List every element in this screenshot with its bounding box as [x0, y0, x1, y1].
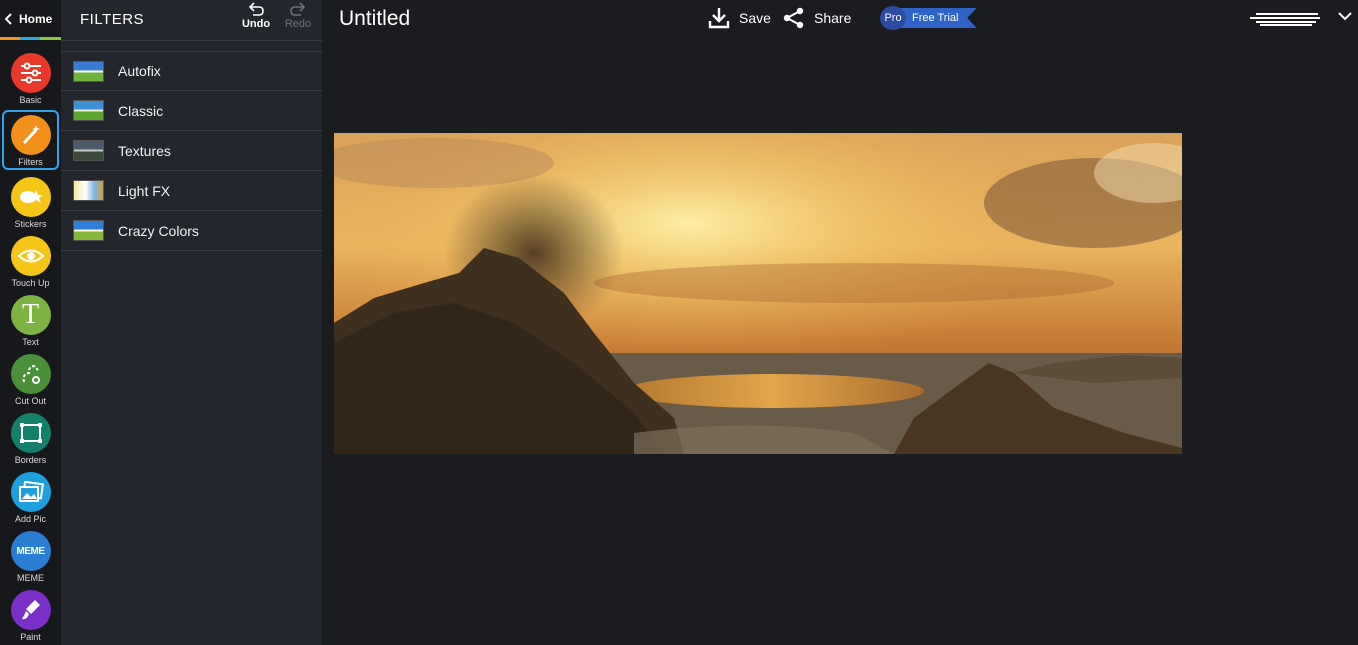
filter-label: Autofix [118, 63, 161, 79]
save-label: Save [739, 10, 771, 26]
tool-paint[interactable]: Paint [0, 590, 61, 645]
filter-classic[interactable]: Classic [61, 91, 322, 131]
save-button[interactable]: Save [708, 7, 771, 29]
panel-title: FILTERS [80, 11, 145, 28]
redo-icon [290, 2, 306, 16]
filter-light-fx[interactable]: Light FX [61, 171, 322, 211]
tool-stickers[interactable]: Stickers [0, 177, 61, 236]
home-button[interactable]: Home [0, 0, 61, 38]
tool-filters[interactable]: Filters [0, 110, 61, 174]
filter-thumbnail [73, 180, 104, 201]
free-trial-ribbon: Free Trial [900, 8, 977, 28]
tool-label: Text [22, 337, 39, 347]
cutout-icon [10, 354, 51, 394]
home-label: Home [19, 12, 53, 26]
tool-meme[interactable]: MEME MEME [0, 531, 61, 590]
tool-basic[interactable]: Basic [0, 53, 61, 112]
filters-panel: FILTERS Undo Redo Autofix Classic Textur… [61, 0, 322, 645]
filter-thumbnail [73, 60, 104, 82]
tool-text[interactable]: T Text [0, 295, 61, 354]
tool-label: Borders [14, 455, 47, 465]
tool-cut-out[interactable]: Cut Out [0, 354, 61, 413]
filter-label: Crazy Colors [118, 222, 199, 239]
active-tool-highlight [2, 110, 59, 170]
filter-label: Textures [118, 142, 171, 159]
tool-label: Paint [20, 632, 41, 642]
chevron-left-icon [5, 13, 12, 25]
share-icon [783, 7, 804, 29]
filter-list: Autofix Classic Textures Light FX Crazy … [61, 51, 322, 251]
user-account-redacted[interactable] [1250, 12, 1326, 26]
undo-icon [248, 2, 264, 16]
sliders-icon [10, 53, 51, 93]
tool-label: Basic [19, 95, 42, 105]
landscape-photo-image [334, 133, 1182, 454]
frame-icon [10, 413, 51, 453]
tool-touch-up[interactable]: Touch Up [0, 236, 61, 295]
filter-crazy-colors[interactable]: Crazy Colors [61, 211, 322, 251]
filter-autofix[interactable]: Autofix [61, 51, 322, 91]
text-t-icon: T [10, 295, 51, 335]
edited-photo[interactable] [334, 133, 1182, 454]
tool-borders[interactable]: Borders [0, 413, 61, 472]
photo-editor-app: Home Basic Filters Stickers Touch Up T T… [0, 0, 1358, 645]
add-picture-icon [10, 472, 51, 512]
share-label: Share [814, 10, 852, 26]
pro-free-trial-button[interactable]: Pro Free Trial [880, 6, 977, 30]
tool-add-pic[interactable]: Add Pic [0, 472, 61, 531]
top-bar: Untitled Save Share Pro Free Trial [322, 0, 1358, 40]
tool-label: Touch Up [11, 278, 50, 288]
filter-thumbnail [73, 220, 104, 241]
chevron-down-icon[interactable] [1338, 12, 1352, 21]
eye-icon [10, 236, 51, 276]
filter-thumbnail [73, 100, 104, 121]
redo-button[interactable]: Redo [282, 2, 314, 30]
tool-label: Add Pic [14, 514, 47, 524]
paint-brush-icon [10, 590, 51, 630]
share-button[interactable]: Share [783, 7, 851, 29]
undo-label: Undo [241, 18, 271, 30]
undo-button[interactable]: Undo [240, 2, 272, 30]
filter-thumbnail [73, 140, 104, 161]
pro-badge: Pro [880, 6, 906, 30]
document-title[interactable]: Untitled [339, 7, 410, 31]
filter-label: Classic [118, 102, 164, 119]
panel-header: FILTERS Undo Redo [61, 0, 322, 41]
tool-rail: Home Basic Filters Stickers Touch Up T T… [0, 0, 61, 645]
brand-accent-bar [0, 37, 61, 40]
tool-label: Stickers [14, 219, 47, 229]
editor-canvas[interactable] [322, 40, 1358, 645]
meme-icon: MEME [10, 531, 51, 571]
filter-textures[interactable]: Textures [61, 131, 322, 171]
filter-label: Light FX [118, 182, 171, 199]
redo-label: Redo [284, 18, 312, 30]
tool-label: MEME [17, 573, 44, 583]
tool-label: Cut Out [14, 396, 46, 406]
download-icon [708, 8, 730, 29]
sticker-icon [10, 177, 51, 217]
